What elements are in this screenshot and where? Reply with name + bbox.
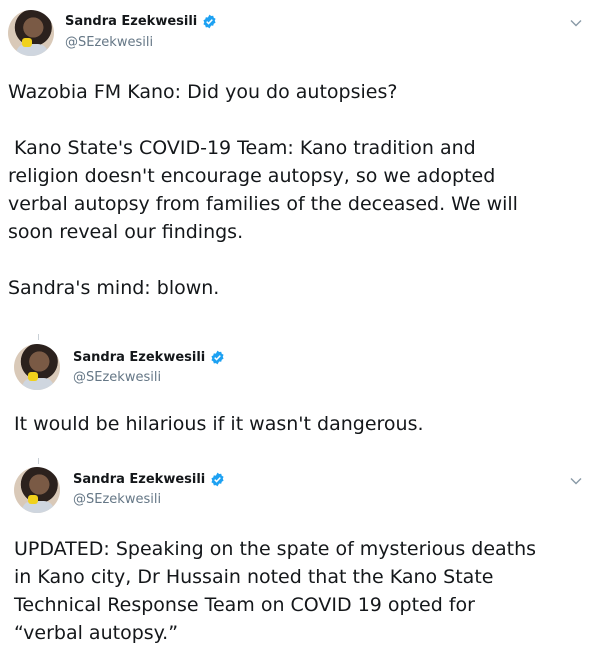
tweet-text: It would be hilarious if it wasn't dange… (14, 413, 424, 435)
thread-connector (38, 334, 39, 340)
author-name-row: Sandra Ezekwesili (73, 472, 225, 487)
tweet-2: Sandra Ezekwesili @SEzekwesili It would … (0, 330, 590, 450)
tweet-3: Sandra Ezekwesili @SEzekwesili UPDATED: … (0, 455, 590, 661)
verified-badge-icon (203, 14, 216, 29)
author-name[interactable]: Sandra Ezekwesili (73, 472, 205, 487)
verified-badge-icon (211, 350, 224, 365)
author-handle[interactable]: @SEzekwesili (73, 492, 161, 507)
thread-connector (38, 458, 39, 464)
chevron-down-icon[interactable] (570, 477, 582, 485)
avatar[interactable] (14, 344, 60, 390)
tweet-text: Wazobia FM Kano: Did you do autopsies? K… (8, 81, 518, 299)
chevron-down-icon[interactable] (570, 19, 582, 27)
verified-badge-icon (211, 472, 224, 487)
author-handle[interactable]: @SEzekwesili (65, 35, 153, 50)
tweet-text: UPDATED: Speaking on the spate of myster… (14, 538, 537, 644)
author-name[interactable]: Sandra Ezekwesili (65, 14, 197, 29)
tweet-1: Sandra Ezekwesili @SEzekwesili Wazobia F… (0, 0, 590, 330)
author-name-row: Sandra Ezekwesili (65, 14, 217, 29)
avatar[interactable] (14, 467, 60, 513)
author-name[interactable]: Sandra Ezekwesili (73, 350, 205, 365)
avatar[interactable] (8, 10, 54, 56)
author-handle[interactable]: @SEzekwesili (73, 370, 161, 385)
author-name-row: Sandra Ezekwesili (73, 350, 225, 365)
